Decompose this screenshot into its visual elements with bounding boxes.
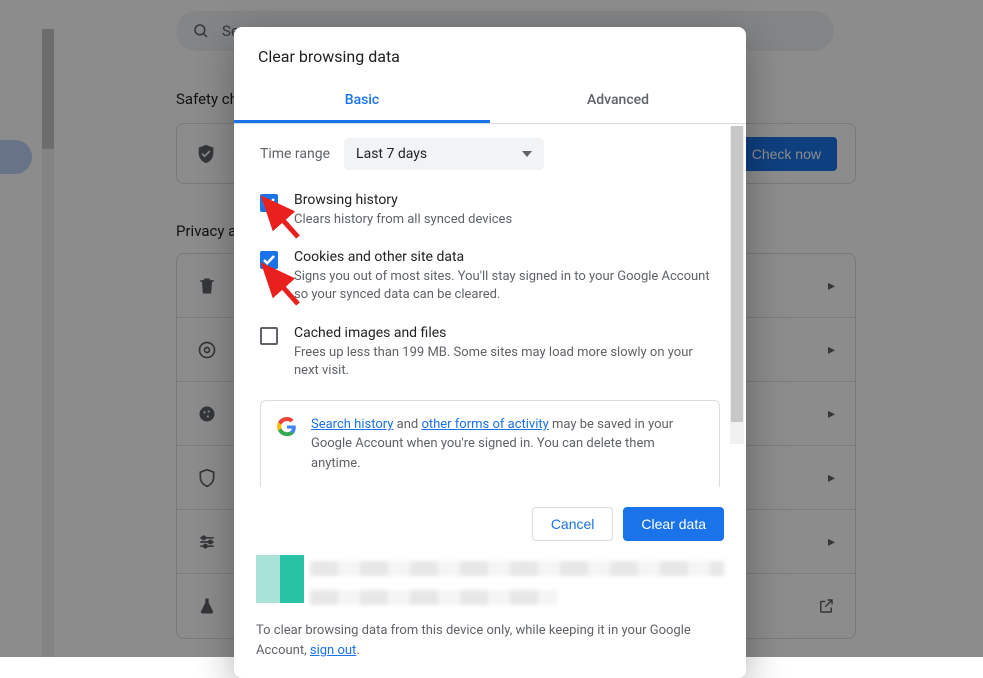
- clear-browsing-data-dialog: Clear browsing data Basic Advanced Time …: [234, 27, 746, 678]
- option-title: Cookies and other site data: [294, 249, 720, 265]
- option-cookies[interactable]: Cookies and other site data Signs you ou…: [256, 239, 724, 314]
- option-title: Browsing history: [294, 192, 512, 208]
- tab-advanced[interactable]: Advanced: [490, 80, 746, 123]
- option-cached-images[interactable]: Cached images and files Frees up less th…: [256, 315, 724, 390]
- link-sign-out[interactable]: sign out: [310, 643, 356, 658]
- dialog-tabs: Basic Advanced: [234, 80, 746, 124]
- time-range-value: Last 7 days: [356, 146, 427, 162]
- dialog-scrollbar[interactable]: [730, 126, 744, 444]
- annotation-arrow-1: [258, 193, 302, 241]
- option-desc: Signs you out of most sites. You'll stay…: [294, 268, 720, 304]
- blurred-account-row: [256, 555, 724, 605]
- caret-down-icon: [522, 151, 532, 157]
- dialog-scroll-thumb[interactable]: [731, 126, 743, 422]
- cancel-button[interactable]: Cancel: [532, 507, 614, 541]
- tab-basic[interactable]: Basic: [234, 80, 490, 123]
- annotation-arrow-2: [258, 260, 302, 308]
- option-desc: Frees up less than 199 MB. Some sites ma…: [294, 344, 720, 380]
- time-range-select[interactable]: Last 7 days: [344, 138, 544, 170]
- dialog-actions: Cancel Clear data: [234, 487, 746, 543]
- google-logo-icon: [277, 417, 297, 437]
- clear-data-button[interactable]: Clear data: [623, 507, 724, 541]
- sign-out-note: To clear browsing data from this device …: [256, 621, 724, 660]
- checkbox-cached-images[interactable]: [260, 327, 278, 345]
- google-account-info: Search history and other forms of activi…: [260, 400, 720, 488]
- option-browsing-history[interactable]: Browsing history Clears history from all…: [256, 182, 724, 239]
- link-other-activity[interactable]: other forms of activity: [421, 417, 548, 432]
- time-range-row: Time range Last 7 days: [256, 124, 724, 182]
- time-range-label: Time range: [260, 146, 330, 162]
- dialog-title: Clear browsing data: [234, 27, 746, 80]
- option-title: Cached images and files: [294, 325, 720, 341]
- dialog-body: Time range Last 7 days Browsing history …: [234, 124, 746, 487]
- link-search-history[interactable]: Search history: [311, 417, 393, 432]
- option-desc: Clears history from all synced devices: [294, 211, 512, 229]
